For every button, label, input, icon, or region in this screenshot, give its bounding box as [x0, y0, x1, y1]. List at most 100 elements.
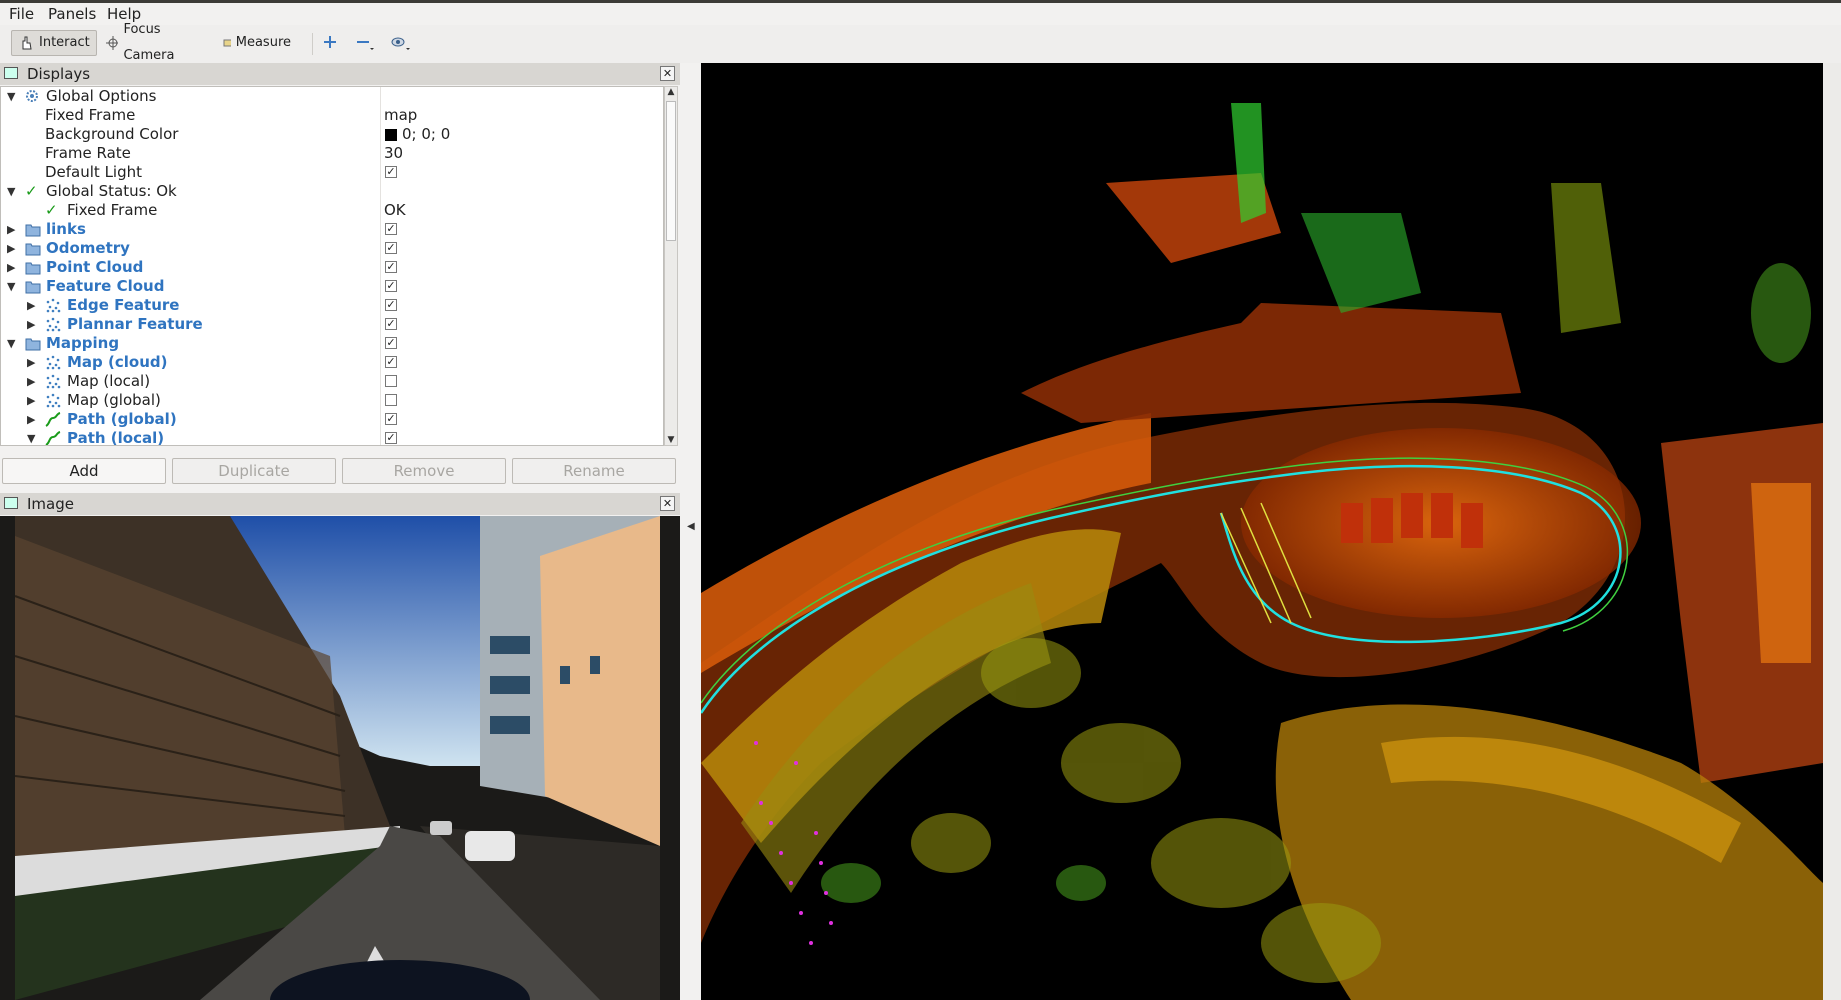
tree-row-path-local[interactable]: ▼ Path (local) ✓ — [1, 429, 663, 445]
plannar-feature-label: Plannar Feature — [67, 315, 203, 333]
tree-row-default-light[interactable]: Default Light ✓ — [1, 163, 663, 182]
path-global-checkbox[interactable]: ✓ — [385, 413, 397, 425]
rename-button[interactable]: Rename — [512, 458, 676, 484]
monitor-icon — [4, 67, 18, 79]
menu-bar: File Panels Help — [0, 3, 1841, 25]
tree-row-fixed-frame[interactable]: Fixed Frame map — [1, 106, 663, 125]
add-button[interactable]: Add — [2, 458, 166, 484]
panel-splitter[interactable]: ◀ — [680, 63, 701, 1000]
displays-title: Displays — [27, 65, 91, 83]
collapse-arrow-icon[interactable]: ▼ — [7, 334, 15, 353]
remove-tool-icon[interactable] — [355, 34, 375, 52]
expand-arrow-icon[interactable]: ▶ — [27, 391, 35, 410]
interact-label: Interact — [39, 35, 90, 50]
odometry-checkbox[interactable]: ✓ — [385, 242, 397, 254]
path-local-checkbox[interactable]: ✓ — [385, 432, 397, 444]
odometry-label: Odometry — [46, 239, 130, 257]
fixed-frame-label: Fixed Frame — [45, 106, 136, 124]
color-swatch[interactable] — [385, 129, 397, 141]
focus-camera-button[interactable]: Focus Camera — [99, 22, 207, 63]
map-local-checkbox[interactable] — [385, 375, 397, 387]
folder-icon — [25, 243, 41, 256]
tree-row-links[interactable]: ▶ links ✓ — [1, 220, 663, 239]
map-cloud-checkbox[interactable]: ✓ — [385, 356, 397, 368]
folder-icon — [25, 262, 41, 275]
tree-row-edge-feature[interactable]: ▶ Edge Feature ✓ — [1, 296, 663, 315]
scroll-up-icon[interactable]: ▲ — [665, 87, 677, 97]
tree-row-plannar-feature[interactable]: ▶ Plannar Feature ✓ — [1, 315, 663, 334]
collapse-arrow-icon[interactable]: ▼ — [27, 429, 35, 445]
expand-arrow-icon[interactable]: ▶ — [27, 296, 35, 315]
view-tool-icon[interactable] — [390, 34, 412, 52]
point-cloud-icon — [46, 393, 61, 408]
plannar-feature-checkbox[interactable]: ✓ — [385, 318, 397, 330]
collapse-arrow-icon[interactable]: ▼ — [7, 182, 15, 201]
tree-row-map-global[interactable]: ▶ Map (global) — [1, 391, 663, 410]
fixed-frame-value[interactable]: map — [384, 106, 417, 125]
map-global-label: Map (global) — [67, 391, 161, 409]
feature-cloud-label: Feature Cloud — [46, 277, 165, 295]
tree-row-odometry[interactable]: ▶ Odometry ✓ — [1, 239, 663, 258]
feature-cloud-checkbox[interactable]: ✓ — [385, 280, 397, 292]
duplicate-button[interactable]: Duplicate — [172, 458, 336, 484]
image-title: Image — [27, 495, 74, 513]
tree-row-status-fixed-frame[interactable]: ✓ Fixed Frame OK — [1, 201, 663, 220]
tree-row-global-options[interactable]: ▼ Global Options — [1, 87, 663, 106]
tree-row-point-cloud[interactable]: ▶ Point Cloud ✓ — [1, 258, 663, 277]
camera-image-view[interactable] — [0, 516, 680, 1000]
background-color-value[interactable]: 0; 0; 0 — [402, 125, 450, 144]
tree-row-background-color[interactable]: Background Color 0; 0; 0 — [1, 125, 663, 144]
edge-feature-label: Edge Feature — [67, 296, 180, 314]
expand-arrow-icon[interactable]: ▶ — [7, 258, 15, 277]
checkmark-icon: ✓ — [25, 182, 38, 200]
path-icon — [45, 431, 61, 445]
point-cloud-label: Point Cloud — [46, 258, 144, 276]
point-cloud-icon — [46, 298, 61, 313]
edge-feature-checkbox[interactable]: ✓ — [385, 299, 397, 311]
displays-close-button[interactable]: ✕ — [660, 66, 675, 81]
ruler-icon — [223, 39, 231, 47]
background-color-label: Background Color — [45, 125, 179, 143]
displays-panel-title: Displays ✕ — [0, 63, 680, 85]
frame-rate-value[interactable]: 30 — [384, 144, 403, 163]
image-panel-icon — [4, 497, 18, 509]
tree-row-mapping[interactable]: ▼ Mapping ✓ — [1, 334, 663, 353]
menu-file[interactable]: File — [9, 5, 34, 23]
expand-arrow-icon[interactable]: ▶ — [27, 372, 35, 391]
tree-row-path-global[interactable]: ▶ Path (global) ✓ — [1, 410, 663, 429]
splitter-arrow-icon[interactable]: ◀ — [687, 521, 695, 532]
map-global-checkbox[interactable] — [385, 394, 397, 406]
expand-arrow-icon[interactable]: ▶ — [27, 315, 35, 334]
3d-render-viewport[interactable] — [701, 63, 1841, 1000]
expand-arrow-icon[interactable]: ▶ — [7, 220, 15, 239]
hand-pointer-icon — [22, 36, 32, 50]
expand-arrow-icon[interactable]: ▶ — [7, 239, 15, 258]
links-checkbox[interactable]: ✓ — [385, 223, 397, 235]
remove-button[interactable]: Remove — [342, 458, 506, 484]
tree-row-feature-cloud[interactable]: ▼ Feature Cloud ✓ — [1, 277, 663, 296]
point-cloud-icon — [46, 355, 61, 370]
point-cloud-checkbox[interactable]: ✓ — [385, 261, 397, 273]
measure-button[interactable]: Measure — [217, 30, 297, 56]
tree-row-map-cloud[interactable]: ▶ Map (cloud) ✓ — [1, 353, 663, 372]
add-tool-icon[interactable] — [322, 34, 338, 50]
image-close-button[interactable]: ✕ — [660, 496, 675, 511]
point-cloud-render — [701, 63, 1823, 1000]
expand-arrow-icon[interactable]: ▶ — [27, 353, 35, 372]
menu-panels[interactable]: Panels — [48, 5, 96, 23]
scrollbar-thumb[interactable] — [666, 101, 676, 241]
mapping-checkbox[interactable]: ✓ — [385, 337, 397, 349]
viewport-side-strip — [1823, 63, 1841, 1000]
collapse-arrow-icon[interactable]: ▼ — [7, 277, 15, 296]
checkmark-icon: ✓ — [45, 201, 58, 219]
displays-scrollbar[interactable]: ▲ ▼ — [664, 86, 678, 446]
scroll-down-icon[interactable]: ▼ — [665, 435, 677, 445]
image-panel-title: Image ✕ — [0, 493, 680, 515]
default-light-checkbox[interactable]: ✓ — [385, 166, 397, 178]
expand-arrow-icon[interactable]: ▶ — [27, 410, 35, 429]
tree-row-global-status[interactable]: ▼ ✓ Global Status: Ok — [1, 182, 663, 201]
interact-button[interactable]: Interact — [11, 30, 97, 56]
collapse-arrow-icon[interactable]: ▼ — [7, 87, 15, 106]
tree-row-frame-rate[interactable]: Frame Rate 30 — [1, 144, 663, 163]
tree-row-map-local[interactable]: ▶ Map (local) — [1, 372, 663, 391]
